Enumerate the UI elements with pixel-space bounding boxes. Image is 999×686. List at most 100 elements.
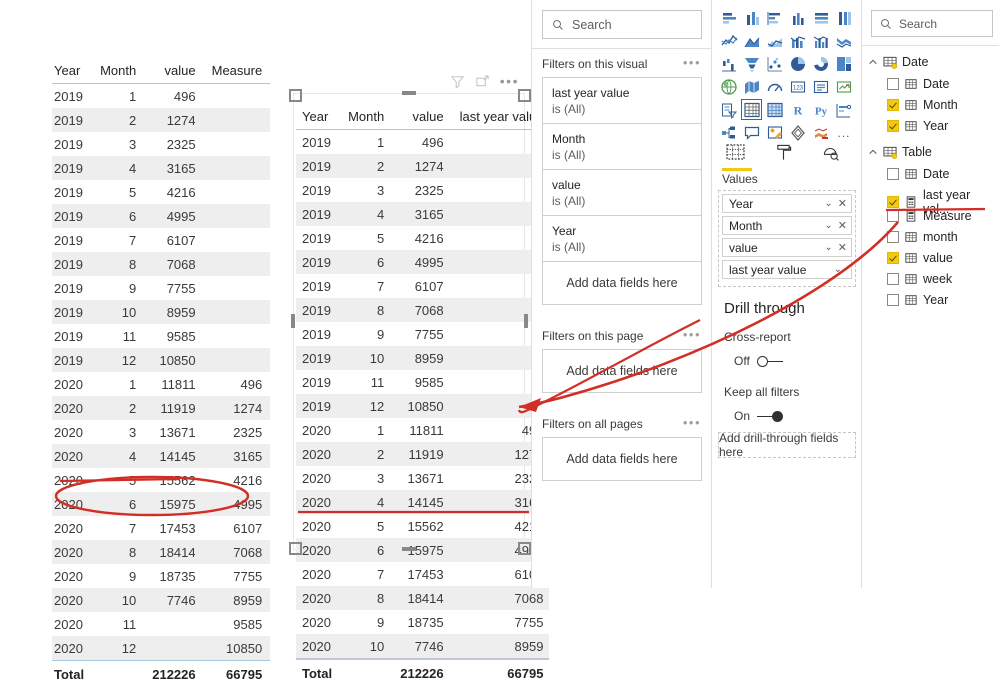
- drill-through-dropzone[interactable]: Add drill-through fields here: [718, 432, 856, 458]
- area-chart-icon[interactable]: [740, 29, 763, 52]
- field-checkbox[interactable]: [887, 196, 899, 208]
- key-influencers-icon[interactable]: [832, 98, 855, 121]
- fields-tab[interactable]: [726, 144, 745, 164]
- toggle-switch-off[interactable]: [757, 356, 783, 367]
- map-icon[interactable]: [717, 75, 740, 98]
- resize-handle-top-center[interactable]: [402, 91, 416, 95]
- matrix-icon[interactable]: [763, 98, 786, 121]
- cell: 2: [92, 396, 144, 420]
- line-stacked-column-chart-icon[interactable]: [786, 29, 809, 52]
- pie-chart-icon[interactable]: [786, 52, 809, 75]
- filters-dropzone[interactable]: Add data fields here: [542, 437, 702, 481]
- field-row[interactable]: month: [887, 230, 958, 244]
- fields-table-table[interactable]: Table: [868, 145, 932, 159]
- fields-table-date[interactable]: Date: [868, 55, 928, 69]
- field-checkbox[interactable]: [887, 210, 899, 222]
- ribbon-chart-icon[interactable]: [832, 29, 855, 52]
- field-checkbox[interactable]: [887, 120, 899, 132]
- remove-field-icon[interactable]: ✕: [838, 197, 847, 210]
- column-header-month: Month: [92, 60, 144, 84]
- funnel-chart-icon[interactable]: [740, 52, 763, 75]
- filters-section-menu-icon[interactable]: •••: [683, 331, 701, 339]
- line-chart-icon[interactable]: [717, 29, 740, 52]
- values-well-item[interactable]: value⌄✕: [722, 238, 852, 257]
- filter-card[interactable]: Monthis (All): [542, 123, 702, 172]
- treemap-icon[interactable]: [832, 52, 855, 75]
- 100-stacked-bar-chart-icon[interactable]: [809, 6, 832, 29]
- resize-handle-bottom-center[interactable]: [402, 547, 416, 551]
- filters-dropzone[interactable]: Add data fields here: [542, 349, 702, 393]
- field-checkbox[interactable]: [887, 273, 899, 285]
- stacked-bar-chart-icon[interactable]: [717, 6, 740, 29]
- field-row[interactable]: Month: [887, 98, 958, 112]
- donut-chart-icon[interactable]: [809, 52, 832, 75]
- filter-icon[interactable]: [450, 74, 465, 89]
- filter-card[interactable]: Yearis (All): [542, 215, 702, 264]
- waterfall-chart-icon[interactable]: [717, 52, 740, 75]
- field-row[interactable]: Measure: [887, 209, 972, 223]
- filter-card-name: Month: [552, 131, 692, 147]
- stacked-area-chart-icon[interactable]: [763, 29, 786, 52]
- resize-handle-top-right[interactable]: [518, 89, 531, 102]
- stacked-column-chart-icon[interactable]: [740, 6, 763, 29]
- field-row[interactable]: Year: [887, 119, 948, 133]
- scatter-chart-icon[interactable]: [763, 52, 786, 75]
- field-row[interactable]: value: [887, 251, 953, 265]
- remove-field-icon[interactable]: ✕: [838, 241, 847, 254]
- filters-search-input[interactable]: Search: [542, 10, 702, 39]
- resize-handle-bottom-right[interactable]: [518, 542, 531, 555]
- gauge-icon[interactable]: [763, 75, 786, 98]
- filters-section-title: Filters on this page: [542, 329, 643, 343]
- python-visual-icon[interactable]: Py: [809, 98, 832, 121]
- chevron-down-icon[interactable]: ⌄: [824, 242, 832, 253]
- chevron-down-icon[interactable]: ⌄: [824, 220, 832, 231]
- filters-dropzone[interactable]: Add data fields here: [542, 261, 702, 305]
- values-well-item[interactable]: Year⌄✕: [722, 194, 852, 213]
- card-icon[interactable]: 123: [786, 75, 809, 98]
- values-well-item[interactable]: last year value⌄: [722, 260, 852, 279]
- field-checkbox[interactable]: [887, 168, 899, 180]
- field-checkbox[interactable]: [887, 99, 899, 111]
- remove-field-icon[interactable]: ✕: [838, 219, 847, 232]
- field-checkbox[interactable]: [887, 78, 899, 90]
- 100-stacked-column-chart-icon[interactable]: [832, 6, 855, 29]
- line-clustered-column-chart-icon[interactable]: [809, 29, 832, 52]
- table-visual[interactable]: YearMonthvaluelast year value 2019149620…: [293, 93, 525, 550]
- field-checkbox[interactable]: [887, 252, 899, 264]
- cell: 2020: [52, 396, 92, 420]
- cell: 2020: [52, 636, 92, 661]
- field-row[interactable]: Date: [887, 167, 949, 181]
- chevron-down-icon[interactable]: ⌄: [834, 264, 842, 275]
- clustered-column-chart-icon[interactable]: [786, 6, 809, 29]
- field-checkbox[interactable]: [887, 231, 899, 243]
- kpi-icon[interactable]: [832, 75, 855, 98]
- filters-section-menu-icon[interactable]: •••: [683, 419, 701, 427]
- analytics-tab[interactable]: [822, 144, 840, 164]
- cross-report-toggle[interactable]: Off: [734, 354, 783, 368]
- filter-card[interactable]: valueis (All): [542, 169, 702, 218]
- fields-search-input[interactable]: Search: [871, 10, 993, 37]
- field-row[interactable]: week: [887, 272, 952, 286]
- format-tab[interactable]: [775, 144, 792, 164]
- slicer-icon[interactable]: [717, 98, 740, 121]
- resize-handle-bottom-left[interactable]: [289, 542, 302, 555]
- multi-row-card-icon[interactable]: [809, 75, 832, 98]
- table-icon[interactable]: [740, 98, 763, 121]
- resize-handle-left-middle[interactable]: [291, 314, 295, 328]
- chevron-down-icon[interactable]: ⌄: [824, 198, 832, 209]
- filters-section-menu-icon[interactable]: •••: [683, 59, 701, 67]
- field-row[interactable]: Date: [887, 77, 949, 91]
- field-checkbox[interactable]: [887, 294, 899, 306]
- r-script-visual-icon[interactable]: R: [786, 98, 809, 121]
- clustered-bar-chart-icon[interactable]: [763, 6, 786, 29]
- values-well-item[interactable]: Month⌄✕: [722, 216, 852, 235]
- filled-map-icon[interactable]: [740, 75, 763, 98]
- filter-card[interactable]: last year valueis (All): [542, 77, 702, 126]
- keep-all-filters-toggle[interactable]: On: [734, 409, 783, 423]
- more-options-icon[interactable]: •••: [500, 76, 519, 86]
- toggle-switch-on[interactable]: [757, 411, 783, 422]
- field-row[interactable]: Year: [887, 293, 948, 307]
- resize-handle-right-middle[interactable]: [524, 314, 528, 328]
- focus-mode-icon[interactable]: [475, 74, 490, 89]
- resize-handle-top-left[interactable]: [289, 89, 302, 102]
